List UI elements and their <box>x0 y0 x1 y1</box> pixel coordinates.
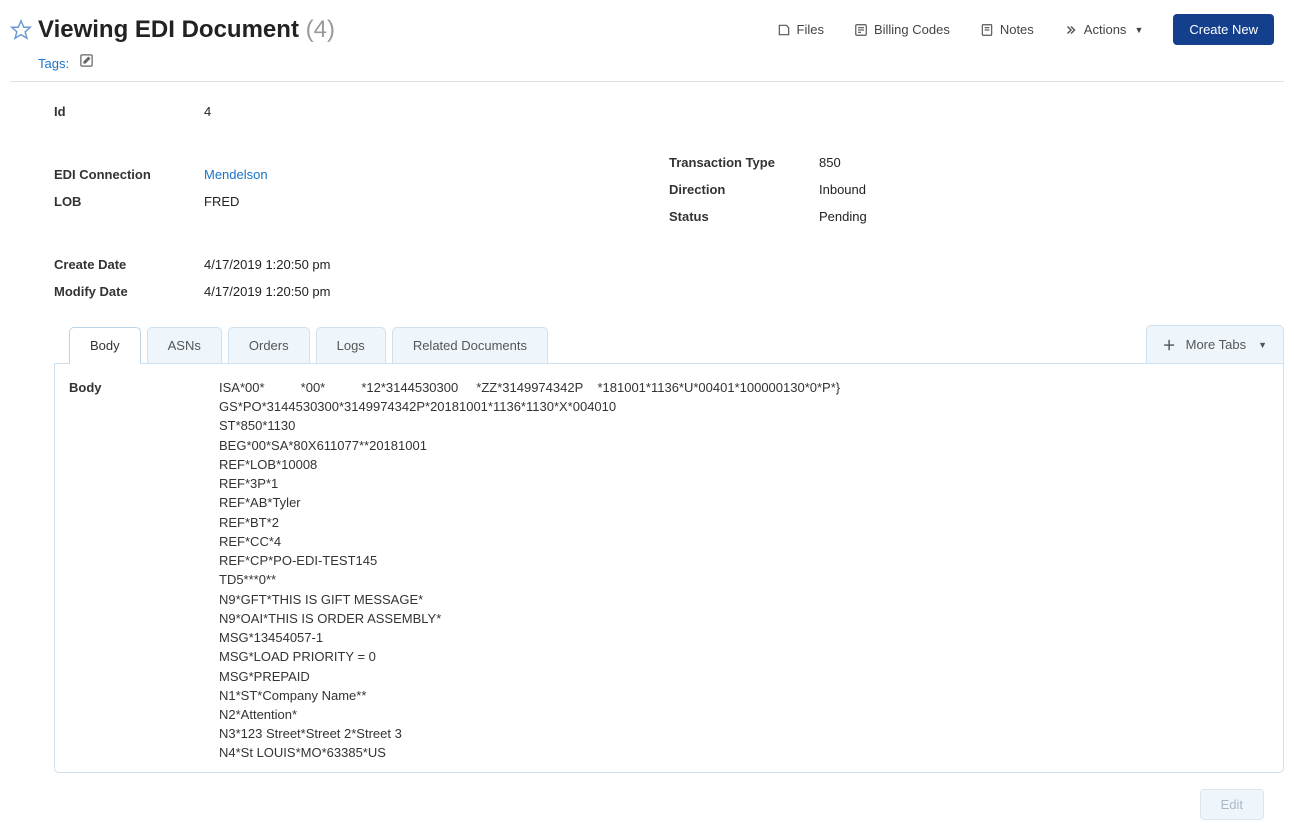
body-panel-label: Body <box>69 378 219 758</box>
billing-codes-link[interactable]: Billing Codes <box>854 22 950 37</box>
direction-value: Inbound <box>819 182 866 197</box>
modify-date-value: 4/17/2019 1:20:50 pm <box>204 284 331 299</box>
status-value: Pending <box>819 209 867 224</box>
tab-body[interactable]: Body <box>69 327 141 364</box>
status-label: Status <box>669 209 819 224</box>
create-date-value: 4/17/2019 1:20:50 pm <box>204 257 331 272</box>
star-icon[interactable] <box>10 19 32 41</box>
caret-down-icon: ▼ <box>1258 340 1267 350</box>
lob-value: FRED <box>204 194 239 209</box>
billing-codes-label: Billing Codes <box>874 22 950 37</box>
tab-panel-body: Body ISA*00* *00* *12*3144530300 *ZZ*314… <box>54 363 1284 773</box>
create-date-label: Create Date <box>54 257 204 272</box>
modify-date-label: Modify Date <box>54 284 204 299</box>
edi-connection-value[interactable]: Mendelson <box>204 167 268 182</box>
more-tabs-button[interactable]: ＋ More Tabs ▼ <box>1146 325 1284 364</box>
edit-button: Edit <box>1200 789 1264 820</box>
edi-connection-label: EDI Connection <box>54 167 204 182</box>
tab-orders[interactable]: Orders <box>228 327 310 364</box>
create-new-button[interactable]: Create New <box>1173 14 1274 45</box>
files-icon <box>777 23 791 37</box>
id-label: Id <box>54 104 204 119</box>
files-link[interactable]: Files <box>777 22 824 37</box>
tab-asns[interactable]: ASNs <box>147 327 222 364</box>
tab-logs[interactable]: Logs <box>316 327 386 364</box>
actions-dropdown[interactable]: Actions ▼ <box>1064 22 1144 37</box>
actions-label: Actions <box>1084 22 1127 37</box>
tab-related-documents[interactable]: Related Documents <box>392 327 548 364</box>
page-title-id: (4) <box>306 16 335 43</box>
plus-icon: ＋ <box>1163 335 1176 354</box>
caret-down-icon: ▼ <box>1134 25 1143 35</box>
page-title-text: Viewing EDI Document <box>38 16 299 43</box>
lob-label: LOB <box>54 194 204 209</box>
billing-codes-icon <box>854 23 868 37</box>
edit-tags-icon[interactable] <box>79 53 94 68</box>
tags-label: Tags: <box>38 56 69 71</box>
files-label: Files <box>797 22 824 37</box>
notes-label: Notes <box>1000 22 1034 37</box>
notes-link[interactable]: Notes <box>980 22 1034 37</box>
notes-icon <box>980 23 994 37</box>
transaction-type-value: 850 <box>819 155 841 170</box>
divider <box>10 81 1284 82</box>
more-tabs-label: More Tabs <box>1186 337 1246 352</box>
id-value: 4 <box>204 104 211 119</box>
transaction-type-label: Transaction Type <box>669 155 819 170</box>
direction-label: Direction <box>669 182 819 197</box>
page-title: Viewing EDI Document (4) <box>38 16 335 44</box>
body-panel-content[interactable]: ISA*00* *00* *12*3144530300 *ZZ*31499743… <box>219 378 1269 758</box>
actions-icon <box>1064 23 1078 37</box>
